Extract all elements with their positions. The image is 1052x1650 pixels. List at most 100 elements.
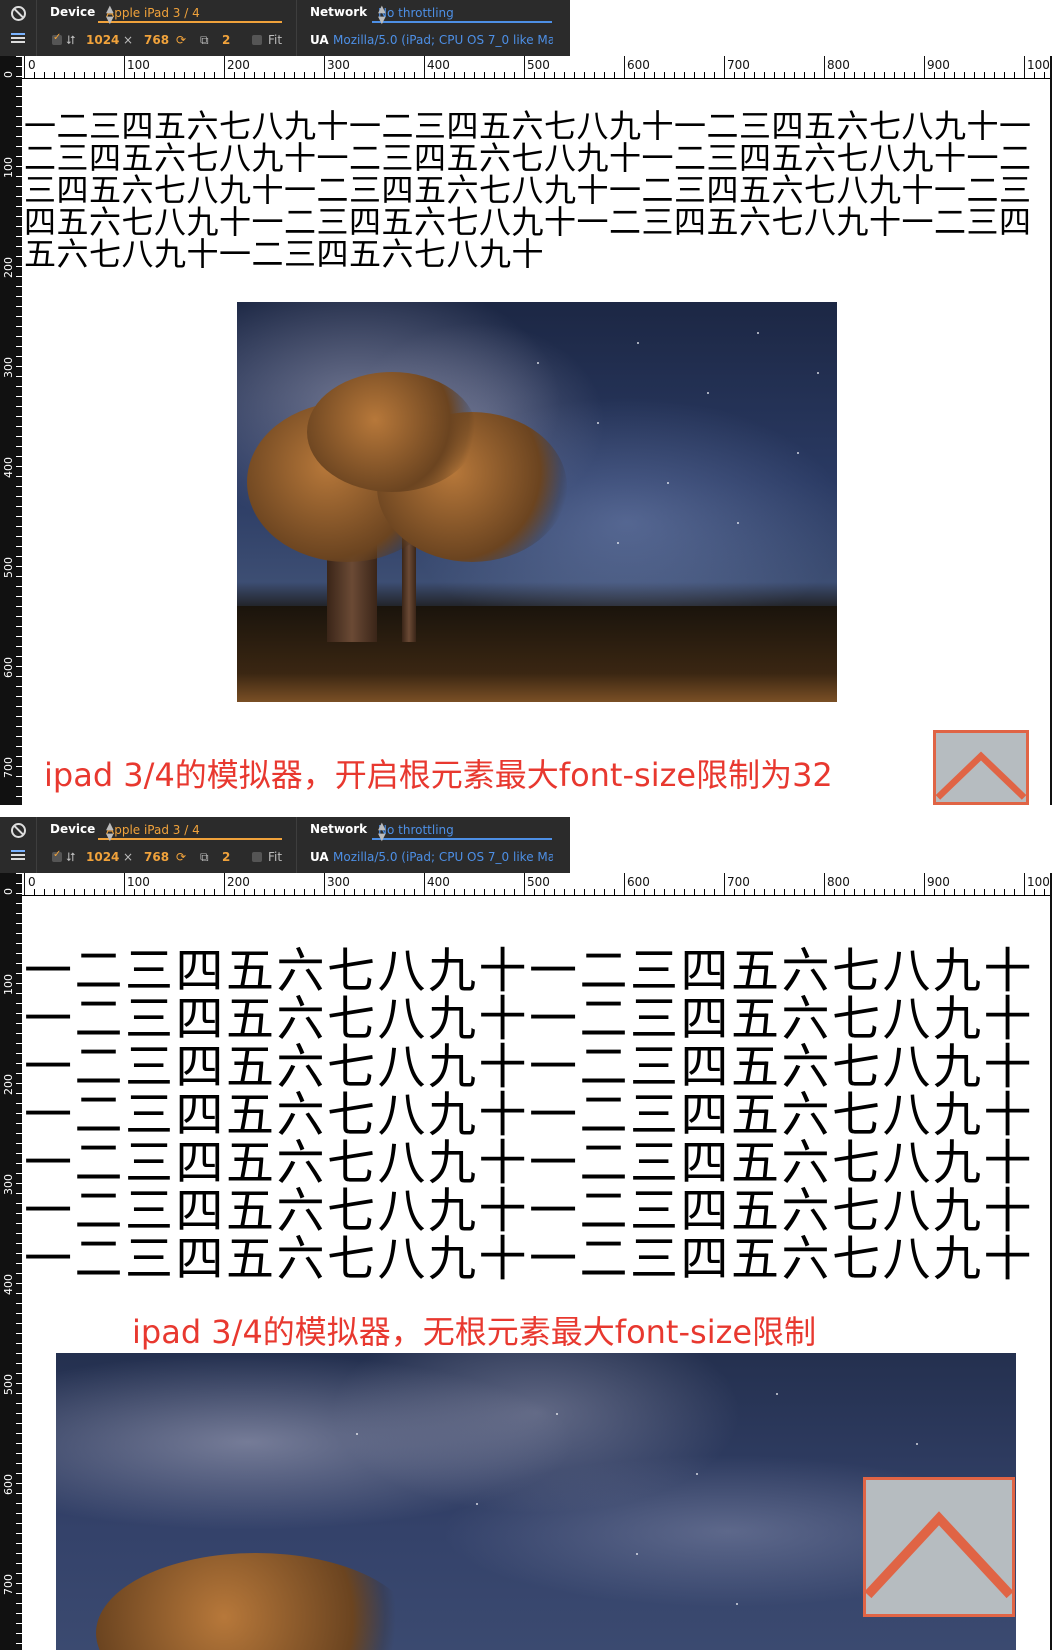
- star: [476, 1503, 478, 1505]
- ruler-major-tick: [324, 873, 325, 895]
- dpr-input[interactable]: 2: [222, 33, 230, 47]
- select-caret-icon: ▲ ▼: [378, 4, 386, 26]
- ruler-major-tick: [24, 56, 25, 78]
- network-select[interactable]: No throttling ▲ ▼: [372, 3, 552, 26]
- ruler-label: 200: [227, 58, 250, 72]
- screen-icon: ⧉: [200, 33, 209, 47]
- device-emulation-toolbar: Device Apple iPad 3 / 4 ▲ ▼ Network No th…: [0, 817, 570, 873]
- ruler-major-tick: [824, 56, 825, 78]
- ruler-label: 200: [2, 1074, 15, 1095]
- screen-icon: ⧉: [200, 850, 209, 864]
- ruler-major-tick: [424, 873, 425, 895]
- ruler-label: 400: [2, 457, 15, 478]
- back-to-top-button[interactable]: [933, 730, 1029, 805]
- ruler-label: 400: [427, 875, 450, 889]
- ua-input[interactable]: Mozilla/5.0 (iPad; CPU OS 7_0 like Ma: [333, 850, 553, 864]
- vertical-ruler: 0 100 200 300 400 500 600 700: [0, 56, 22, 805]
- ruler-label: 600: [627, 875, 650, 889]
- chevron-up-icon: [866, 1511, 1012, 1599]
- ruler-major-tick: [424, 56, 425, 78]
- night-sky-tree-photo: [237, 302, 837, 702]
- ruler-label: 200: [227, 875, 250, 889]
- no-entry-icon[interactable]: [11, 6, 26, 21]
- toolbar-divider: [296, 817, 297, 873]
- swap-icon[interactable]: ⮃: [66, 33, 76, 48]
- ruler-label: 200: [2, 257, 15, 278]
- panel-separator: [0, 805, 1052, 817]
- horizontal-ruler: 0 100 200 300 400 500 600 700 800 900 10…: [0, 56, 1052, 79]
- star: [636, 1553, 638, 1555]
- star: [797, 452, 799, 454]
- star: [916, 1443, 918, 1445]
- star: [757, 332, 759, 334]
- star: [356, 1433, 358, 1435]
- ruler-label: 600: [627, 58, 650, 72]
- ruler-label: 100: [127, 875, 150, 889]
- ruler-major-tick: [24, 873, 25, 895]
- ruler-label: 400: [2, 1274, 15, 1295]
- star: [817, 372, 819, 374]
- network-select[interactable]: No throttling ▲ ▼: [372, 820, 552, 843]
- ruler-major-tick: [924, 56, 925, 78]
- ruler-label: 600: [2, 1474, 15, 1495]
- rotate-icon[interactable]: ⟳: [176, 850, 186, 864]
- ruler-major-tick: [124, 873, 125, 895]
- cjk-sample-text: 一二三四五六七八九十一二三四五六七八九十 一二三四五六七八九十一二三四五六七八九…: [24, 943, 1035, 1287]
- resolution-checkbox[interactable]: [52, 849, 62, 862]
- star: [667, 482, 669, 484]
- screenshot-panel-1: Device Apple iPad 3 / 4 ▲ ▼ Network No th…: [0, 0, 1052, 805]
- dpr-input[interactable]: 2: [222, 850, 230, 864]
- star: [556, 1413, 558, 1415]
- times-sign: ×: [123, 33, 134, 47]
- ruler-label: 100: [2, 157, 15, 178]
- width-input[interactable]: 1024: [86, 33, 119, 47]
- vertical-ruler: 0 100 200 300 400 500 600 700: [0, 873, 22, 1650]
- device-select[interactable]: Apple iPad 3 / 4 ▲ ▼: [98, 3, 282, 26]
- device-label: Device: [50, 822, 96, 836]
- ruler-major-tick: [1024, 873, 1025, 895]
- ruler-label: 0: [2, 71, 15, 78]
- device-emulation-toolbar: Device Apple iPad 3 / 4 ▲ ▼ Network No th…: [0, 0, 570, 56]
- ruler-label: 300: [327, 875, 350, 889]
- height-input[interactable]: 768: [144, 33, 169, 47]
- ruler-label: 500: [2, 1374, 15, 1395]
- ruler-label: 500: [527, 875, 550, 889]
- caption-text: ipad 3/4的模拟器，开启根元素最大font-size限制为32: [44, 756, 833, 794]
- ruler-major-tick: [224, 56, 225, 78]
- fit-checkbox[interactable]: [252, 852, 262, 862]
- ruler-major-tick: [824, 873, 825, 895]
- select-caret-icon: ▲ ▼: [106, 821, 114, 843]
- ruler-major-tick: [1024, 56, 1025, 78]
- network-label: Network: [310, 5, 368, 19]
- ruler-label: 100: [2, 974, 15, 995]
- device-select[interactable]: Apple iPad 3 / 4 ▲ ▼: [98, 820, 282, 843]
- horizontal-ruler: 0 100 200 300 400 500 600 700 800 900 10…: [0, 873, 1052, 896]
- ruler-label: 300: [327, 58, 350, 72]
- height-input[interactable]: 768: [144, 850, 169, 864]
- ruler-label: 800: [827, 58, 850, 72]
- toolbar-left-icons: [0, 0, 37, 56]
- caption-text: ipad 3/4的模拟器，无根元素最大font-size限制: [132, 1313, 817, 1351]
- width-input[interactable]: 1024: [86, 850, 119, 864]
- resolution-checkbox[interactable]: [52, 32, 62, 45]
- ruler-label: 100: [127, 58, 150, 72]
- device-label: Device: [50, 5, 96, 19]
- ruler-major-tick: [524, 873, 525, 895]
- menu-icon[interactable]: [11, 850, 25, 860]
- menu-icon[interactable]: [11, 33, 25, 43]
- ruler-label: 0: [2, 888, 15, 895]
- ruler-label: 900: [927, 875, 950, 889]
- ruler-major-tick: [724, 56, 725, 78]
- star: [617, 542, 619, 544]
- fit-checkbox[interactable]: [252, 35, 262, 45]
- back-to-top-button[interactable]: [863, 1477, 1015, 1617]
- ruler-label: 800: [827, 875, 850, 889]
- chevron-up-icon: [936, 751, 1026, 800]
- ruler-label: 300: [2, 357, 15, 378]
- no-entry-icon[interactable]: [11, 823, 26, 838]
- ua-input[interactable]: Mozilla/5.0 (iPad; CPU OS 7_0 like Ma: [333, 33, 553, 47]
- swap-icon[interactable]: ⮃: [66, 850, 76, 865]
- ruler-major-tick: [224, 873, 225, 895]
- fit-label: Fit: [268, 850, 283, 864]
- rotate-icon[interactable]: ⟳: [176, 33, 186, 47]
